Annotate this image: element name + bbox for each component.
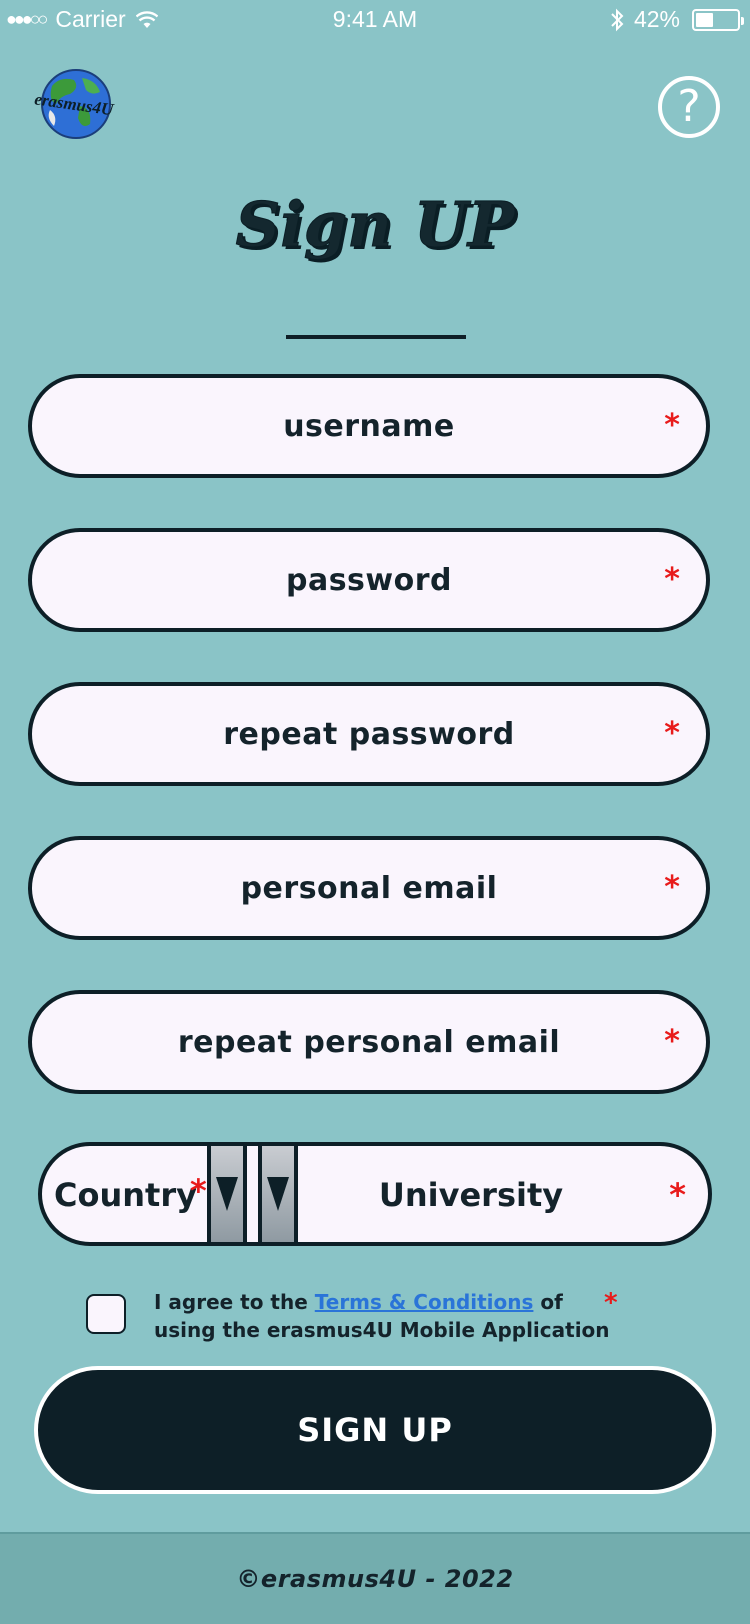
required-mark: * — [664, 1024, 680, 1059]
required-mark: * — [664, 870, 680, 905]
terms-text: I agree to the Terms & Conditions of usi… — [154, 1288, 624, 1344]
university-dropdown-button[interactable] — [258, 1142, 298, 1246]
country-dropdown-button[interactable] — [207, 1142, 247, 1246]
terms-checkbox[interactable] — [86, 1294, 126, 1334]
username-label: username — [283, 408, 455, 444]
bluetooth-icon — [611, 8, 624, 31]
erasmus4u-logo: erasmus4U — [33, 69, 115, 139]
repeat-personal-email-field[interactable]: repeat personal email * — [28, 990, 710, 1094]
repeat-password-label: repeat password — [223, 716, 515, 752]
repeat-personal-email-label: repeat personal email — [177, 1024, 561, 1060]
help-button[interactable]: ? — [658, 76, 720, 138]
username-field[interactable]: username * — [28, 374, 710, 478]
country-select-label[interactable]: Country — [54, 1176, 197, 1214]
password-label: password — [285, 562, 453, 598]
required-mark: * — [664, 562, 680, 597]
country-university-row: Country * University * — [38, 1142, 712, 1246]
password-field[interactable]: password * — [28, 528, 710, 632]
terms-link[interactable]: Terms & Conditions — [315, 1290, 534, 1314]
triangle-down-icon — [267, 1177, 289, 1211]
personal-email-field[interactable]: personal email * — [28, 836, 710, 940]
footer: ©erasmus4U - 2022 — [0, 1532, 750, 1624]
battery-icon — [692, 8, 744, 31]
title-underline — [286, 335, 466, 339]
status-bar: ●●●○○ Carrier 9:41 AM 42% — [0, 0, 750, 40]
status-right: 42% — [610, 6, 744, 33]
battery-percent: 42% — [633, 6, 680, 32]
required-mark: * — [604, 1288, 618, 1318]
required-mark: * — [664, 716, 680, 751]
battery-fill — [696, 12, 713, 27]
copyright-text: ©erasmus4U - 2022 — [236, 1565, 514, 1593]
required-mark: * — [664, 408, 680, 443]
personal-email-label: personal email — [240, 870, 498, 906]
university-select-label[interactable]: University — [294, 1176, 648, 1214]
page-title: Sign UP — [235, 188, 515, 262]
terms-prefix: I agree to the — [154, 1290, 315, 1314]
required-mark: * — [669, 1176, 686, 1214]
sign-up-button[interactable]: SIGN UP — [34, 1366, 716, 1494]
repeat-password-field[interactable]: repeat password * — [28, 682, 710, 786]
required-mark: * — [190, 1172, 207, 1210]
triangle-down-icon — [216, 1177, 238, 1211]
